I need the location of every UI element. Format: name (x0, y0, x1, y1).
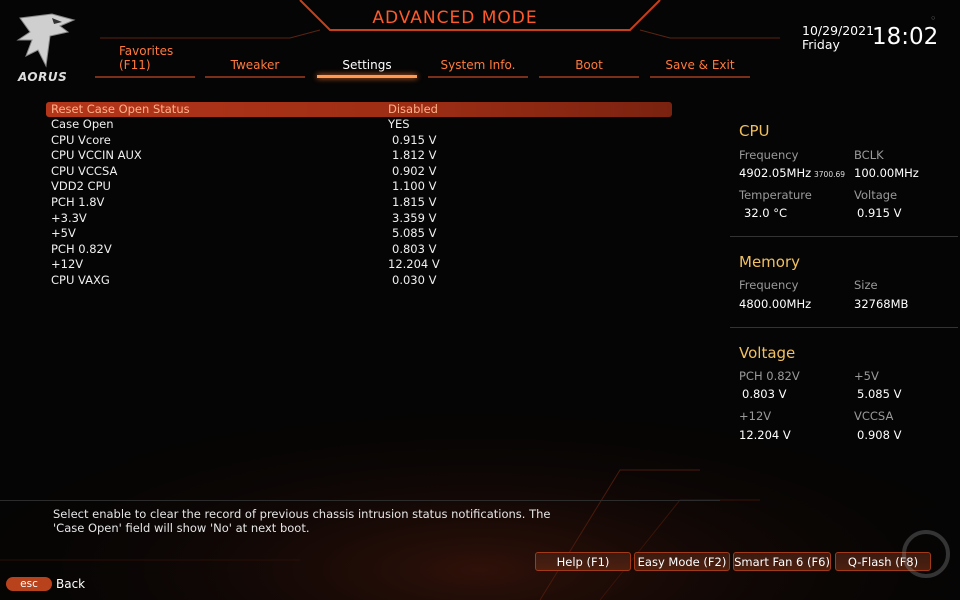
cpu-frequency-sub: 3700.69 (814, 170, 846, 179)
cpu-frequency-value: 4902.05MHz (739, 166, 812, 180)
voltage-vccsa-label: VCCSA (854, 409, 894, 423)
smart-fan-button[interactable]: Smart Fan 6 (F6) (733, 552, 831, 571)
voltage-12v-label: +12V (739, 409, 772, 423)
watermark-icon (902, 530, 950, 578)
cpu-voltage-value: 0.915 V (857, 206, 902, 220)
voltage-vccsa-value: 0.908 V (857, 428, 902, 442)
voltage-pch-value: 0.803 V (742, 387, 787, 401)
memory-frequency-value: 4800.00MHz (739, 297, 812, 311)
tab-favorites[interactable]: Favorites (F11) (95, 42, 195, 78)
setting-label: +12V (51, 257, 84, 272)
tab-save-exit[interactable]: Save & Exit (650, 42, 750, 78)
mode-title: ADVANCED MODE (372, 8, 538, 28)
date-display: 10/29/2021 Friday (802, 24, 874, 52)
setting-reset-case-open-status[interactable]: Reset Case Open Status Disabled (46, 102, 672, 117)
setting-value: 0.902 V (392, 163, 437, 178)
voltage-5v-label: +5V (854, 369, 879, 383)
help-divider (0, 500, 720, 501)
tab-save-exit-label: Save & Exit (665, 58, 735, 72)
cpu-temperature-label: Temperature (739, 188, 812, 202)
setting-value: 5.085 V (392, 226, 437, 241)
voltage-pch-label: PCH 0.82V (739, 369, 800, 383)
back-label: Back (56, 577, 86, 591)
setting-label: CPU VCCIN AUX (51, 148, 142, 163)
setting-label: PCH 0.82V (51, 241, 112, 256)
setting-value: 0.803 V (392, 241, 437, 256)
setting-value: 1.815 V (392, 194, 437, 209)
setting-value: 3.359 V (392, 210, 437, 225)
setting-3-3v: +3.3V 3.359 V (46, 211, 672, 227)
setting-label: CPU VCCSA (51, 163, 118, 178)
setting-label: +3.3V (51, 210, 87, 225)
panel-divider (730, 327, 958, 328)
esc-label: esc (20, 578, 38, 590)
voltage-5v-value: 5.085 V (857, 387, 902, 401)
setting-pch-0-82v: PCH 0.82V 0.803 V (46, 242, 672, 258)
tab-tweaker-label: Tweaker (230, 58, 280, 72)
cpu-bclk-label: BCLK (854, 148, 884, 162)
setting-cpu-vaxg: CPU VAXG 0.030 V (46, 273, 672, 289)
tab-tweaker[interactable]: Tweaker (205, 42, 305, 78)
date: 10/29/2021 (802, 23, 875, 38)
easy-mode-button[interactable]: Easy Mode (F2) (634, 552, 730, 571)
setting-label: +5V (51, 226, 76, 241)
setting-label: PCH 1.8V (51, 194, 105, 209)
cpu-title: CPU (739, 122, 770, 140)
setting-case-open: Case Open YES (46, 117, 672, 133)
setting-vdd2-cpu: VDD2 CPU 1.100 V (46, 179, 672, 195)
panel-divider (730, 236, 958, 237)
setting-12v: +12V 12.204 V (46, 257, 672, 273)
help-text: Select enable to clear the record of pre… (53, 507, 551, 535)
setting-value: 12.204 V (388, 257, 440, 272)
setting-value[interactable]: Disabled (388, 102, 438, 118)
setting-5v: +5V 5.085 V (46, 226, 672, 242)
tab-favorites-label: Favorites (F11) (119, 44, 174, 72)
setting-value: 0.030 V (392, 272, 437, 287)
tab-system-info[interactable]: System Info. (428, 42, 528, 78)
esc-button[interactable]: esc (6, 577, 52, 591)
setting-pch-1-8v: PCH 1.8V 1.815 V (46, 195, 672, 211)
tab-settings[interactable]: Settings (317, 42, 417, 78)
tab-boot[interactable]: Boot (539, 42, 639, 78)
setting-value: 1.100 V (392, 179, 437, 194)
voltage-panel: Voltage PCH 0.82V +5V 0.803 V 5.085 V +1… (730, 344, 956, 444)
cpu-temperature-value: 32.0 °C (744, 206, 788, 220)
voltage-12v-value: 12.204 V (739, 428, 791, 442)
cpu-panel: CPU Frequency BCLK 4902.05MHz 3700.69 10… (730, 122, 956, 232)
memory-size-label: Size (854, 278, 878, 292)
setting-cpu-vccsa: CPU VCCSA 0.902 V (46, 164, 672, 180)
setting-cpu-vccin-aux: CPU VCCIN AUX 1.812 V (46, 148, 672, 164)
cpu-voltage-label: Voltage (854, 188, 898, 202)
tab-system-info-label: System Info. (440, 58, 516, 72)
setting-label: CPU VAXG (51, 272, 110, 287)
window-control-icon[interactable]: ◦ (930, 12, 937, 25)
setting-value: 0.915 V (392, 132, 437, 147)
memory-frequency-label: Frequency (739, 278, 799, 292)
memory-title: Memory (739, 253, 801, 271)
setting-label: Reset Case Open Status (51, 102, 190, 116)
logo-text: AORUS (18, 70, 68, 84)
setting-value: 1.812 V (392, 148, 437, 163)
memory-panel: Memory Frequency Size 4800.00MHz 32768MB (730, 253, 956, 323)
help-button[interactable]: Help (F1) (535, 552, 631, 571)
tab-boot-label: Boot (575, 58, 603, 72)
eagle-icon (16, 13, 76, 68)
cpu-frequency-label: Frequency (739, 148, 799, 162)
day: Friday (802, 37, 840, 52)
cpu-bclk-value: 100.00MHz (854, 166, 919, 180)
setting-label: VDD2 CPU (51, 179, 111, 194)
setting-label: CPU Vcore (51, 132, 111, 147)
setting-value: YES (388, 117, 410, 131)
setting-cpu-vcore: CPU Vcore 0.915 V (46, 133, 672, 149)
settings-list: Reset Case Open Status Disabled Case Ope… (46, 102, 672, 289)
memory-size-value: 32768MB (854, 297, 909, 311)
voltage-title: Voltage (739, 344, 796, 362)
tab-settings-label: Settings (342, 58, 392, 72)
setting-label: Case Open (51, 117, 114, 131)
clock: 18:02 (872, 24, 939, 50)
